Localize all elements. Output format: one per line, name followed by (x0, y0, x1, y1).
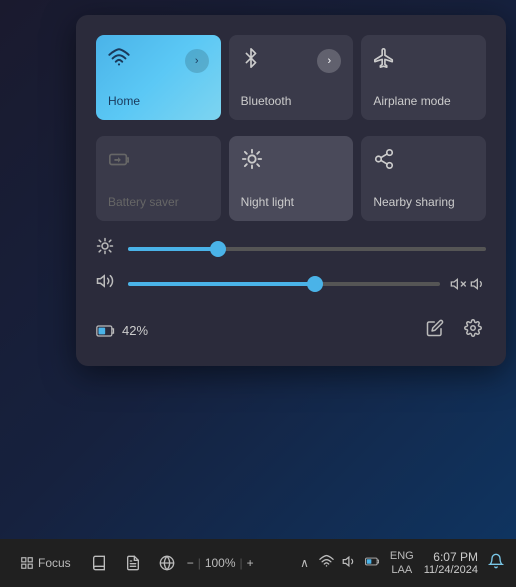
settings-button[interactable] (460, 315, 486, 346)
taskbar-right-group: ∧ (300, 549, 504, 578)
volume-slider-row (96, 272, 486, 295)
taskbar-left-group: Focus − | 100% (12, 549, 254, 577)
tiles-row-2: Battery saver (96, 136, 486, 221)
book-icon[interactable] (85, 549, 113, 577)
nearby-sharing-label: Nearby sharing (373, 195, 474, 209)
system-tray-icons (319, 554, 380, 573)
sliders-section (96, 237, 486, 295)
home-tile-top: › (108, 47, 209, 75)
night-light-tile[interactable]: Night light (229, 136, 354, 221)
notification-bell-icon[interactable] (488, 553, 504, 574)
home-label: Home (108, 94, 209, 108)
sun-icon (241, 148, 263, 176)
battery-icon (108, 148, 130, 176)
nearby-sharing-tile-top (373, 148, 474, 176)
zoom-control: − | 100% | + (187, 556, 254, 570)
night-light-label: Night light (241, 195, 342, 209)
bluetooth-chevron[interactable]: › (317, 49, 341, 73)
document-icon[interactable] (119, 549, 147, 577)
clock-date: 11/24/2024 (424, 564, 478, 576)
volume-thumb[interactable] (307, 276, 323, 292)
globe-icon[interactable] (153, 549, 181, 577)
tiles-row-1: › Home › Bluetooth (96, 35, 486, 120)
bluetooth-icon (241, 47, 261, 75)
language-indicator[interactable]: ENG LAA (390, 549, 414, 578)
share-icon (373, 148, 395, 176)
clock-time: 6:07 PM (433, 550, 478, 564)
zoom-divider2: | (240, 556, 243, 570)
brightness-thumb[interactable] (210, 241, 226, 257)
zoom-plus-btn[interactable]: + (247, 556, 254, 570)
battery-percent: 42% (122, 323, 148, 338)
zoom-label: 100% (205, 556, 236, 570)
zoom-minus-btn[interactable]: − (187, 556, 194, 570)
airplane-icon (373, 47, 395, 75)
battery-saver-tile-top (108, 148, 209, 176)
battery-saver-tile[interactable]: Battery saver (96, 136, 221, 221)
airplane-label: Airplane mode (373, 94, 474, 108)
taskbar: Focus − | 100% (0, 539, 516, 587)
qs-bottom-bar: 42% (96, 307, 486, 346)
battery-tray-icon[interactable] (365, 554, 380, 573)
battery-saver-label: Battery saver (108, 195, 209, 209)
nearby-sharing-tile[interactable]: Nearby sharing (361, 136, 486, 221)
night-light-tile-top (241, 148, 342, 176)
volume-tray-icon[interactable] (342, 554, 357, 573)
wifi-icon (108, 47, 130, 75)
battery-status: 42% (96, 323, 148, 339)
lang-line1: ENG (390, 549, 414, 563)
edit-button[interactable] (422, 315, 448, 346)
qs-action-buttons (422, 315, 486, 346)
brightness-icon (96, 237, 118, 260)
bluetooth-label: Bluetooth (241, 94, 342, 108)
airplane-tile[interactable]: Airplane mode (361, 35, 486, 120)
brightness-slider-row (96, 237, 486, 260)
focus-button[interactable]: Focus (12, 552, 79, 574)
zoom-divider: | (198, 556, 201, 570)
brightness-slider[interactable] (128, 247, 486, 251)
volume-icon (96, 272, 118, 295)
airplane-tile-top (373, 47, 474, 75)
bluetooth-tile-top: › (241, 47, 342, 75)
brightness-fill (128, 247, 218, 251)
home-tile[interactable]: › Home (96, 35, 221, 120)
focus-label: Focus (38, 556, 71, 570)
volume-fill (128, 282, 315, 286)
lang-line2: LAA (390, 563, 414, 577)
system-tray-chevron[interactable]: ∧ (300, 556, 309, 570)
datetime-display[interactable]: 6:07 PM 11/24/2024 (424, 550, 478, 576)
volume-end-icons[interactable] (450, 276, 486, 292)
home-chevron[interactable]: › (185, 49, 209, 73)
volume-slider[interactable] (128, 282, 440, 286)
bluetooth-tile[interactable]: › Bluetooth (229, 35, 354, 120)
quick-settings-panel: › Home › Bluetooth (76, 15, 506, 366)
wifi-tray-icon[interactable] (319, 554, 334, 573)
